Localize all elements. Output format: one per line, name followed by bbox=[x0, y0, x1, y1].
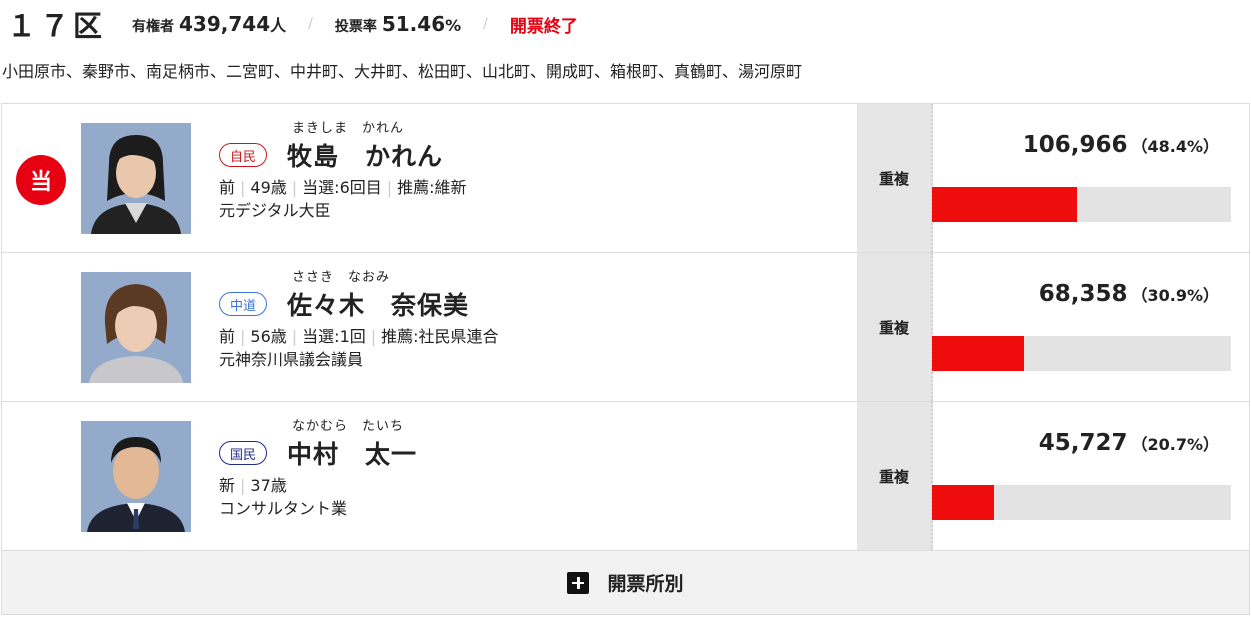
voters-value: 439,744 bbox=[179, 12, 271, 36]
endorsement: 推薦:社民県連合 bbox=[381, 327, 499, 346]
times-elected: 当選:1回 bbox=[302, 327, 366, 346]
turnout-label: 投票率 bbox=[334, 19, 377, 35]
duplicate-candidacy-label: 重複 bbox=[857, 104, 933, 252]
candidate-career: 元神奈川県議会議員 bbox=[219, 350, 364, 369]
header-separator: / bbox=[308, 16, 313, 32]
vote-percentage: （20.7%） bbox=[1131, 435, 1219, 454]
candidate-photo bbox=[81, 123, 191, 234]
polling-stations-expand-button[interactable]: 開票所別 bbox=[2, 551, 1249, 614]
incumbency-status: 新 bbox=[219, 476, 236, 495]
vote-percentage: （30.9%） bbox=[1131, 286, 1219, 305]
candidate-meta: 新 | 37歳 bbox=[219, 476, 287, 495]
candidate-age: 49歳 bbox=[250, 178, 287, 197]
vote-count: 68,358 （30.9%） bbox=[1039, 281, 1219, 307]
candidate-row: 当 まきしま かれん 自民 牧島 かれん 前 | 49歳 | 当選:6回目 | 推薦:維新 … bbox=[2, 104, 1249, 253]
candidate-age: 37歳 bbox=[250, 476, 287, 495]
vote-number: 45,727 bbox=[1038, 430, 1128, 456]
vote-bar-fill bbox=[932, 187, 1077, 222]
vote-bar bbox=[932, 485, 1231, 520]
candidate-row: なかむら たいち 国民 中村 太一 新 | 37歳 コンサルタント業 重複 45,7… bbox=[2, 402, 1249, 551]
polling-stations-label: 開票所別 bbox=[607, 573, 684, 595]
party-badge: 自民 bbox=[219, 143, 268, 167]
incumbency-status: 前 bbox=[219, 327, 236, 346]
vote-bar-fill bbox=[932, 336, 1025, 371]
candidate-meta: 前 | 56歳 | 当選:1回 | 推薦:社民県連合 bbox=[219, 327, 499, 346]
name-ruby: ささき なおみ bbox=[292, 270, 391, 285]
plus-square-icon bbox=[567, 571, 590, 594]
endorsement: 推薦:維新 bbox=[397, 178, 467, 197]
duplicate-candidacy-label: 重複 bbox=[857, 253, 933, 401]
duplicate-candidacy-label: 重複 bbox=[857, 402, 933, 550]
vote-bar bbox=[932, 187, 1231, 222]
count-status: 開票終了 bbox=[509, 16, 578, 37]
vote-count: 45,727 （20.7%） bbox=[1039, 430, 1219, 456]
candidate-meta: 前 | 49歳 | 当選:6回目 | 推薦:維新 bbox=[219, 178, 467, 197]
winner-badge: 当 bbox=[16, 155, 66, 205]
name-ruby: まきしま かれん bbox=[292, 121, 405, 136]
party-badge: 中道 bbox=[219, 292, 268, 316]
incumbency-status: 前 bbox=[219, 178, 236, 197]
times-elected: 当選:6回目 bbox=[302, 178, 382, 197]
header-separator: / bbox=[483, 16, 488, 32]
candidate-info: なかむら たいち 国民 中村 太一 新 | 37歳 コンサルタント業 bbox=[219, 418, 839, 520]
candidate-age: 56歳 bbox=[250, 327, 287, 346]
district-areas: 小田原市、秦野市、南足柄市、二宮町、中井町、大井町、松田町、山北町、開成町、箱根… bbox=[2, 62, 803, 81]
turnout-unit: % bbox=[445, 16, 462, 35]
candidate-row: ささき なおみ 中道 佐々木 奈保美 前 | 56歳 | 当選:1回 | 推薦:社民県連合 … bbox=[2, 253, 1249, 402]
candidate-name: 佐々木 奈保美 bbox=[287, 291, 470, 320]
candidate-photo bbox=[81, 272, 191, 383]
vote-bar bbox=[932, 336, 1231, 371]
district-title: １７区 bbox=[7, 9, 107, 43]
header: １７区 有権者 439,744 人 / 投票率 51.46 % / 開票終了 bbox=[7, 4, 578, 44]
vote-number: 106,966 bbox=[1022, 132, 1128, 158]
candidate-name: 牧島 かれん bbox=[287, 142, 444, 171]
voters-info: 有権者 439,744 人 bbox=[132, 12, 286, 36]
vote-count: 106,966 （48.4%） bbox=[1023, 132, 1219, 158]
candidate-name: 中村 太一 bbox=[287, 440, 418, 469]
candidate-info: まきしま かれん 自民 牧島 かれん 前 | 49歳 | 当選:6回目 | 推薦:維新 元デ… bbox=[219, 120, 839, 222]
vote-percentage: （48.4%） bbox=[1131, 137, 1219, 156]
candidate-info: ささき なおみ 中道 佐々木 奈保美 前 | 56歳 | 当選:1回 | 推薦:社民県連合 … bbox=[219, 269, 839, 371]
voters-unit: 人 bbox=[270, 16, 287, 35]
candidate-career: 元デジタル大臣 bbox=[219, 201, 331, 220]
vote-bar-fill bbox=[932, 485, 994, 520]
turnout-value: 51.46 bbox=[381, 12, 446, 36]
voters-label: 有権者 bbox=[132, 19, 175, 35]
candidate-photo bbox=[81, 421, 191, 532]
vote-number: 68,358 bbox=[1038, 281, 1128, 307]
turnout-info: 投票率 51.46 % bbox=[335, 12, 461, 36]
name-ruby: なかむら たいち bbox=[292, 419, 405, 434]
party-badge: 国民 bbox=[219, 441, 268, 465]
candidate-career: コンサルタント業 bbox=[219, 499, 348, 518]
results-table: 当 まきしま かれん 自民 牧島 かれん 前 | 49歳 | 当選:6回目 | 推薦:維新 … bbox=[1, 103, 1250, 615]
